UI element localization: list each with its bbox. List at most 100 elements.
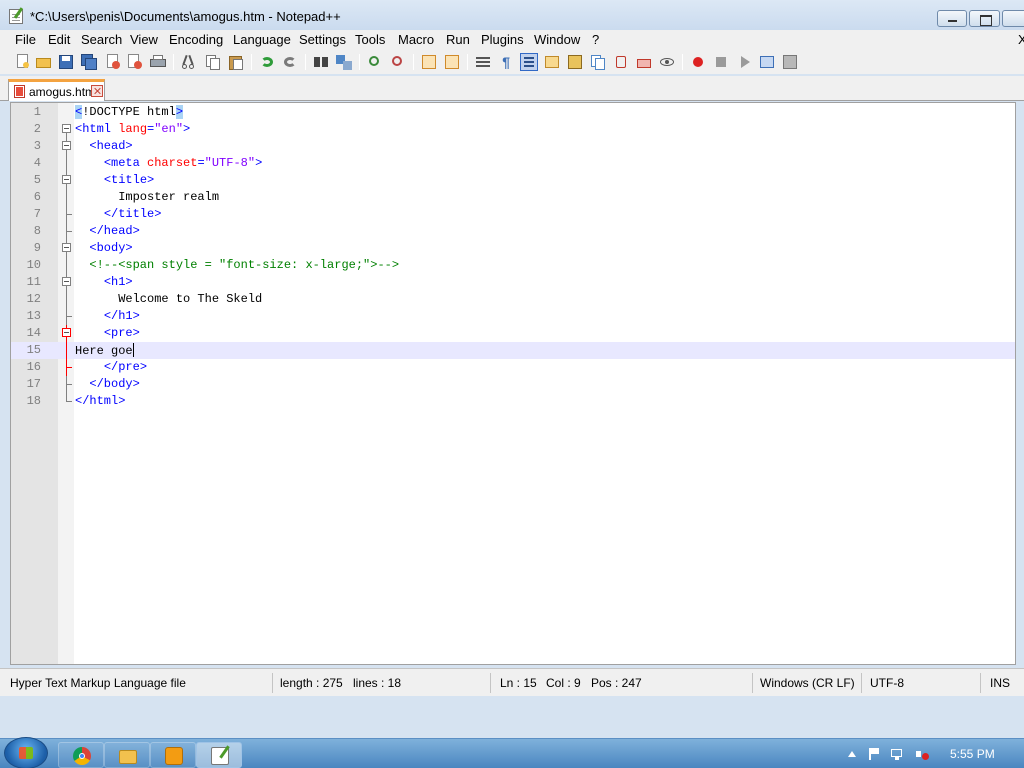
code-text[interactable]: <body>: [75, 241, 132, 255]
zoom-out-icon[interactable]: [389, 53, 407, 71]
minimize-button[interactable]: [937, 10, 967, 27]
cut-icon[interactable]: [180, 53, 198, 71]
fold-toggle-icon[interactable]: [59, 325, 73, 342]
code-text[interactable]: <title>: [75, 173, 154, 187]
code-line[interactable]: 5 <title>: [11, 172, 1015, 189]
find-icon[interactable]: [312, 53, 330, 71]
code-text[interactable]: </html>: [75, 394, 125, 408]
fold-toggle-icon[interactable]: [59, 172, 73, 189]
tab-amogus-htm[interactable]: amogus.htm: [8, 79, 105, 101]
monitoring-icon[interactable]: [658, 53, 676, 71]
code-line[interactable]: 10 <!--<span style = "font-size: x-large…: [11, 257, 1015, 274]
code-line[interactable]: 12 Welcome to The Skeld: [11, 291, 1015, 308]
start-button[interactable]: [4, 737, 48, 768]
code-line[interactable]: 1 <!DOCTYPE html>: [11, 104, 1015, 121]
code-text[interactable]: <pre>: [75, 326, 140, 340]
user-language-icon[interactable]: [543, 53, 561, 71]
code-line[interactable]: 7 </title>: [11, 206, 1015, 223]
run-macro-multiple-icon[interactable]: [758, 53, 776, 71]
code-line[interactable]: 3 <head>: [11, 138, 1015, 155]
record-macro-icon[interactable]: [689, 53, 707, 71]
paste-icon[interactable]: [227, 53, 245, 71]
save-icon[interactable]: [57, 53, 75, 71]
menu-edit[interactable]: Edit: [47, 32, 71, 47]
copy-icon[interactable]: [204, 53, 222, 71]
menu-view[interactable]: View: [129, 32, 159, 47]
fold-toggle-icon[interactable]: [59, 240, 73, 257]
menu-plugins[interactable]: Plugins: [480, 32, 525, 47]
code-text[interactable]: </body>: [75, 377, 139, 391]
document-list-icon[interactable]: [589, 53, 607, 71]
close-document-button[interactable]: X: [1018, 32, 1024, 47]
code-text[interactable]: Welcome to The Skeld: [75, 292, 262, 306]
function-list-icon[interactable]: [612, 53, 630, 71]
play-macro-icon[interactable]: [735, 53, 753, 71]
taskbar-notepad-plus-plus[interactable]: [196, 742, 242, 768]
clock[interactable]: 5:55 PM: [950, 747, 995, 761]
code-line[interactable]: 9 <body>: [11, 240, 1015, 257]
code-text[interactable]: <h1>: [75, 275, 133, 289]
redo-icon[interactable]: [281, 53, 299, 71]
volume-muted-icon[interactable]: [916, 748, 929, 760]
stop-macro-icon[interactable]: [712, 53, 730, 71]
show-all-characters-icon[interactable]: ¶: [497, 53, 515, 71]
vertical-scrollbar[interactable]: [1015, 103, 1016, 664]
code-line[interactable]: 4 <meta charset="UTF-8">: [11, 155, 1015, 172]
code-line[interactable]: 18 </html>: [11, 393, 1015, 410]
menu-language[interactable]: Language: [232, 32, 292, 47]
document-map-icon[interactable]: [566, 53, 584, 71]
close-tab-icon[interactable]: [91, 85, 103, 97]
zoom-in-icon[interactable]: [366, 53, 384, 71]
code-text[interactable]: </head>: [75, 224, 139, 238]
code-line[interactable]: 2 <html lang="en">: [11, 121, 1015, 138]
network-icon[interactable]: [891, 748, 903, 760]
menu-search[interactable]: Search: [80, 32, 123, 47]
code-line[interactable]: 16 </pre>: [11, 359, 1015, 376]
word-wrap-icon[interactable]: [474, 53, 492, 71]
menu-window[interactable]: Window: [533, 32, 581, 47]
code-line[interactable]: 8 </head>: [11, 223, 1015, 240]
sync-vertical-icon[interactable]: [420, 53, 438, 71]
code-text[interactable]: Here goe: [75, 343, 134, 358]
maximize-button[interactable]: [969, 10, 1000, 27]
code-line[interactable]: 6 Imposter realm: [11, 189, 1015, 206]
menu-settings[interactable]: Settings: [298, 32, 347, 47]
close-button[interactable]: [1002, 10, 1024, 27]
new-file-icon[interactable]: [14, 53, 32, 71]
sync-horizontal-icon[interactable]: [443, 53, 461, 71]
status-eol-format[interactable]: Windows (CR LF): [760, 676, 855, 690]
menu-file[interactable]: File: [14, 32, 37, 47]
menu-help[interactable]: ?: [591, 32, 600, 47]
indent-guide-icon[interactable]: [520, 53, 538, 71]
menu-encoding[interactable]: Encoding: [168, 32, 224, 47]
status-insert-mode[interactable]: INS: [990, 676, 1010, 690]
fold-toggle-icon[interactable]: [59, 121, 73, 138]
code-text[interactable]: <html lang="en">: [75, 122, 190, 136]
code-text[interactable]: <!DOCTYPE html>: [75, 105, 184, 119]
open-file-icon[interactable]: [35, 53, 53, 71]
taskbar-explorer[interactable]: [104, 742, 150, 768]
fold-toggle-icon[interactable]: [59, 138, 73, 155]
replace-icon[interactable]: [335, 53, 353, 71]
folder-as-workspace-icon[interactable]: [635, 53, 653, 71]
code-line[interactable]: 11 <h1>: [11, 274, 1015, 291]
fold-toggle-icon[interactable]: [59, 274, 73, 291]
code-line[interactable]: 15 Here goe: [11, 342, 1015, 359]
status-encoding[interactable]: UTF-8: [870, 676, 904, 690]
print-icon[interactable]: [149, 53, 167, 71]
menu-macro[interactable]: Macro: [397, 32, 435, 47]
save-macro-icon[interactable]: [781, 53, 799, 71]
code-line[interactable]: 14 <pre>: [11, 325, 1015, 342]
undo-icon[interactable]: [258, 53, 276, 71]
code-text[interactable]: <head>: [75, 139, 132, 153]
code-text[interactable]: <!--<span style = "font-size: x-large;">…: [75, 258, 399, 272]
close-file-icon[interactable]: [104, 53, 122, 71]
title-bar[interactable]: *C:\Users\penis\Documents\amogus.htm - N…: [0, 0, 1024, 32]
code-line[interactable]: 13 </h1>: [11, 308, 1015, 325]
save-all-icon[interactable]: [80, 53, 98, 71]
taskbar-media-player[interactable]: [150, 742, 196, 768]
code-text[interactable]: </h1>: [75, 309, 140, 323]
close-all-icon[interactable]: [126, 53, 144, 71]
menu-run[interactable]: Run: [445, 32, 471, 47]
menu-tools[interactable]: Tools: [354, 32, 386, 47]
